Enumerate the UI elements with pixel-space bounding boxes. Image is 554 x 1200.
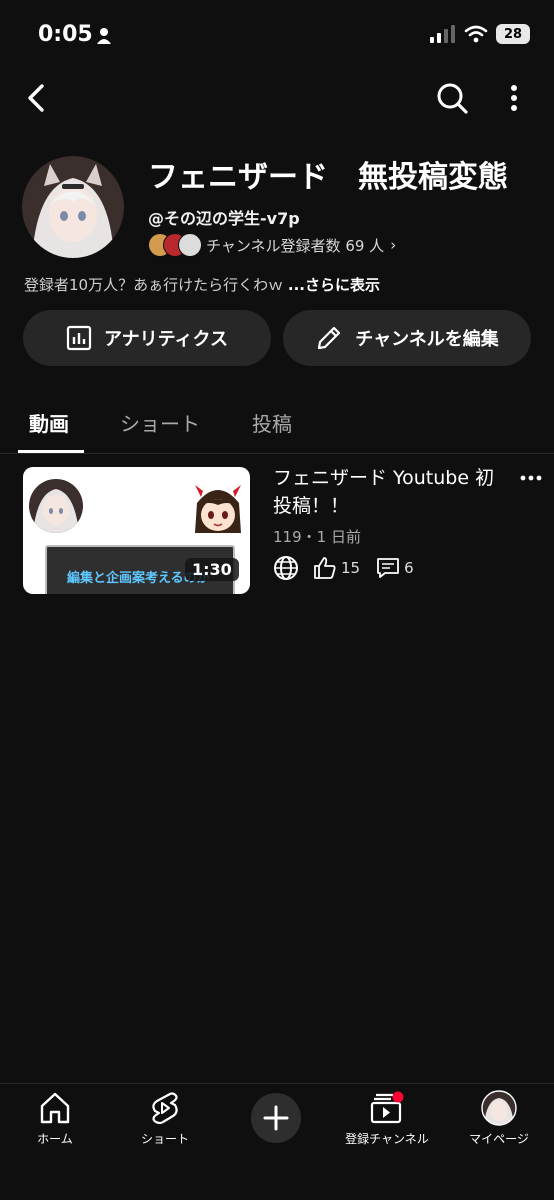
nav-shorts[interactable]: ショート	[110, 1090, 220, 1147]
nav-my-page[interactable]: マイページ	[444, 1090, 554, 1147]
edit-channel-label: チャンネルを編集	[355, 329, 499, 350]
subscriptions-icon	[370, 1091, 404, 1124]
nav-subscriptions-label: 登録チャンネル	[345, 1132, 429, 1146]
plus-icon	[263, 1105, 289, 1131]
video-thumbnail[interactable]: 編集と企画案考えるのが 1:30	[23, 467, 250, 594]
like-count: 15	[341, 559, 361, 577]
globe-icon	[274, 556, 298, 580]
description-text: 登録者10万人？あぁ行けたら行くわｗ	[24, 276, 284, 294]
chevron-right-icon: ›	[390, 236, 397, 254]
pencil-icon	[318, 326, 341, 350]
more-vert-icon[interactable]	[500, 80, 528, 116]
video-meta: 119・1 日前	[273, 528, 361, 546]
channel-handle: @その辺の学生-v7p	[148, 209, 300, 228]
show-more-link[interactable]: ...さらに表示	[288, 276, 380, 294]
channel-name: フェニザード 無投稿変態	[148, 160, 508, 195]
analytics-label: アナリティクス	[103, 329, 229, 350]
tab-posts[interactable]: 投稿	[252, 408, 292, 437]
comment-icon	[377, 558, 399, 578]
video-stats: 15 6	[273, 555, 414, 581]
person-icon	[97, 28, 111, 44]
subscriber-avatar	[178, 233, 202, 257]
subscriber-row[interactable]: チャンネル登録者数 69 人 ›	[148, 233, 396, 257]
more-horiz-icon[interactable]	[518, 468, 544, 488]
edit-channel-button[interactable]: チャンネルを編集	[283, 310, 531, 366]
channel-avatar[interactable]	[22, 156, 124, 258]
status-time: 0:05	[38, 22, 93, 47]
nav-home-label: ホーム	[37, 1132, 73, 1146]
nav-home[interactable]: ホーム	[0, 1090, 110, 1147]
tab-videos[interactable]: 動画	[29, 408, 69, 437]
video-title[interactable]: フェニザード Youtube 初投稿！！	[273, 464, 513, 520]
comment-count: 6	[404, 559, 414, 577]
nav-shorts-label: ショート	[140, 1132, 189, 1146]
avatar	[481, 1090, 517, 1126]
search-icon[interactable]	[434, 78, 470, 118]
home-icon	[40, 1092, 70, 1124]
status-indicators: 28	[430, 24, 530, 44]
nav-my-page-label: マイページ	[469, 1132, 529, 1146]
video-duration: 1:30	[185, 558, 239, 581]
nav-divider	[0, 1083, 554, 1084]
thumbnail-face	[29, 479, 83, 533]
nav-subscriptions[interactable]: 登録チャンネル	[332, 1090, 442, 1147]
wifi-icon	[464, 25, 488, 43]
create-button[interactable]	[251, 1093, 301, 1143]
battery-indicator: 28	[496, 24, 530, 44]
thumbnail-character	[195, 485, 241, 533]
shorts-icon	[152, 1092, 178, 1125]
back-icon[interactable]	[18, 78, 54, 118]
analytics-icon	[66, 325, 92, 351]
signal-icon	[430, 25, 455, 43]
analytics-button[interactable]: アナリティクス	[23, 310, 271, 366]
channel-description[interactable]: 登録者10万人？あぁ行けたら行くわｗ ...さらに表示	[24, 274, 380, 295]
subscriber-count: チャンネル登録者数 69 人	[206, 236, 385, 255]
tab-shorts[interactable]: ショート	[120, 408, 200, 437]
subscriber-avatars	[148, 233, 202, 257]
tab-divider	[0, 453, 554, 454]
thumbs-up-icon	[314, 557, 336, 579]
